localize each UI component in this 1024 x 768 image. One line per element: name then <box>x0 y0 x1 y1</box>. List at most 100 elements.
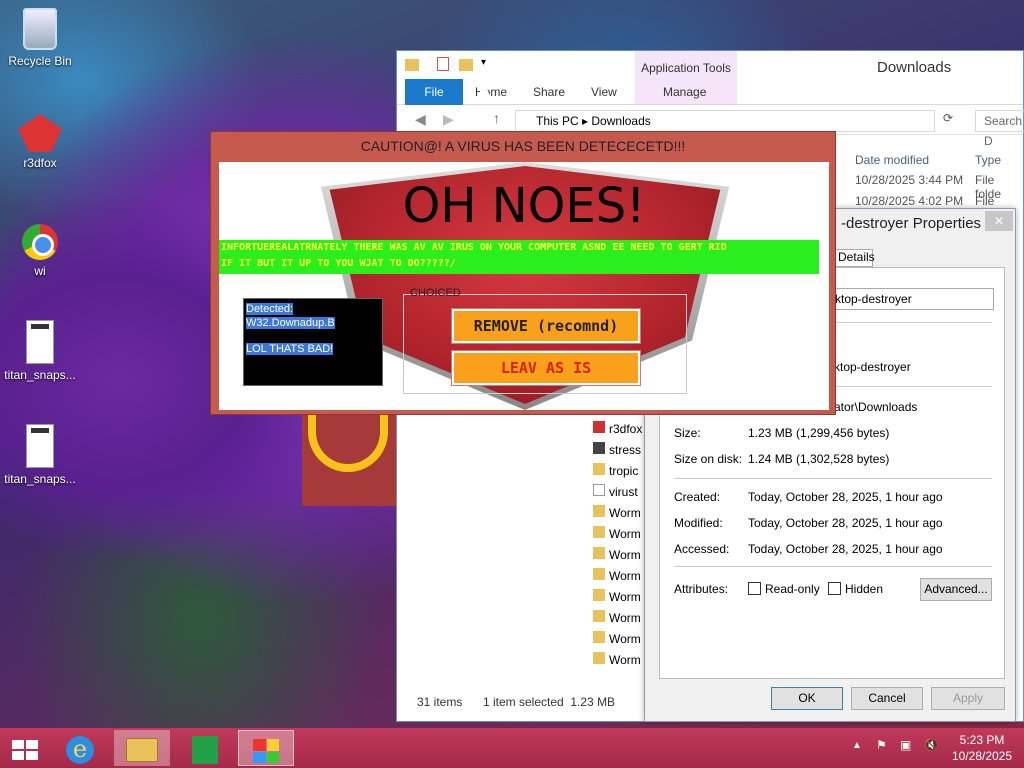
virus-alert-window: CAUTION@! A VIRUS HAS BEEN DETECECETD!!!… <box>210 131 836 415</box>
size-value: 1.23 MB (1,299,456 bytes) <box>748 426 890 440</box>
tab-share[interactable]: Share <box>533 79 565 105</box>
folder-icon[interactable] <box>405 59 419 71</box>
detected-line: LOL THATS BAD! <box>246 343 334 355</box>
list-item[interactable]: Worm <box>593 589 645 610</box>
new-folder-icon[interactable] <box>459 59 473 71</box>
clock-date: 10/28/2025 <box>951 749 1013 763</box>
detected-line: W32.Downadup.B <box>246 317 335 329</box>
size-on-disk-label: Size on disk: <box>674 452 743 466</box>
attributes-label: Attributes: <box>674 582 729 596</box>
document-icon <box>26 320 54 364</box>
name-field[interactable]: ktop-destroyer <box>834 288 994 310</box>
alert-body: OH NOES! INFORTUEREALATRNATELY THERE WAS… <box>219 162 829 410</box>
list-item[interactable]: Worm <box>593 610 645 631</box>
dialog-title: -destroyer Properties <box>841 215 982 232</box>
up-arrow-icon[interactable]: ↑ <box>493 110 500 126</box>
document-icon <box>26 424 54 468</box>
list-item[interactable]: tropic <box>593 463 645 484</box>
alert-title: CAUTION@! A VIRUS HAS BEEN DETECECETD!!! <box>360 138 686 154</box>
location-value: ator\Downloads <box>834 400 918 414</box>
desktop-icon-label: Recycle Bin <box>8 54 72 68</box>
volume-muted-icon[interactable]: 🔇 <box>924 738 939 752</box>
back-arrow-icon[interactable]: ◀ <box>415 111 426 128</box>
list-item[interactable]: r3dfox <box>593 421 645 442</box>
list-item[interactable]: Worm <box>593 526 645 547</box>
column-type[interactable]: Type <box>975 153 1001 167</box>
list-item[interactable]: Worm <box>593 505 645 526</box>
desktop-icon-titan-2[interactable]: titan_snaps... <box>0 424 80 486</box>
chevron-up-icon[interactable]: ▲ <box>852 740 862 751</box>
address-bar[interactable]: This PC ▸ Downloads <box>515 110 935 132</box>
r3dfox-icon <box>18 114 62 152</box>
close-button[interactable]: ✕ <box>985 211 1013 231</box>
desktop-icon-r3dfox[interactable]: r3dfox <box>0 114 80 170</box>
tab-details[interactable]: Details <box>833 249 875 267</box>
store-icon[interactable] <box>178 730 234 766</box>
cancel-button[interactable]: Cancel <box>851 687 923 710</box>
desktop-icon-label: titan_snaps... <box>4 368 76 382</box>
leave-button[interactable]: LEAV AS IS <box>451 350 641 386</box>
virus-app-icon[interactable] <box>238 730 294 766</box>
start-icon[interactable] <box>0 730 56 766</box>
created-value: Today, October 28, 2025, 1 hour ago <box>748 490 943 504</box>
list-item[interactable]: Worm <box>593 547 645 568</box>
tab-manage[interactable]: Manage <box>663 79 706 105</box>
row-date: 10/28/2025 3:44 PM <box>855 173 964 187</box>
recycle-bin-icon <box>23 8 57 50</box>
taskbar: e ▲ ⚑ ▣ 🔇 5:23 PM 10/28/2025 <box>0 728 1024 768</box>
clock-time: 5:23 PM <box>959 733 1005 747</box>
desktop-icon-titan-1[interactable]: titan_snaps... <box>0 320 80 382</box>
detected-line: Detected: <box>246 303 294 315</box>
breadcrumb-this-pc[interactable]: This PC <box>536 114 579 128</box>
hidden-checkbox[interactable]: Hidden <box>828 582 883 596</box>
accessed-value: Today, October 28, 2025, 1 hour ago <box>748 542 943 556</box>
accessed-label: Accessed: <box>674 542 730 556</box>
detection-textbox[interactable]: Detected: W32.Downadup.B LOL THATS BAD! <box>243 298 383 386</box>
properties-icon[interactable] <box>437 57 449 71</box>
internet-explorer-icon[interactable]: e <box>54 730 110 766</box>
apply-button[interactable]: Apply <box>931 687 1005 710</box>
file-explorer-icon[interactable] <box>114 730 170 766</box>
search-input[interactable]: Search D <box>975 110 1024 148</box>
choice-group-label: CHOICED <box>410 287 461 299</box>
status-selection: 1 item selected 1.23 MB <box>483 695 616 709</box>
desktop-icon-label: wi <box>34 264 46 278</box>
list-item[interactable]: virust <box>593 484 645 505</box>
desktop-icon-recycle-bin[interactable]: Recycle Bin <box>0 8 80 68</box>
ok-button[interactable]: OK <box>771 687 843 710</box>
list-item[interactable]: Worm <box>593 652 645 673</box>
window-title: Downloads <box>877 59 952 76</box>
list-item[interactable]: Worm <box>593 631 645 652</box>
readonly-checkbox[interactable]: Read-only <box>748 582 820 596</box>
size-on-disk-value: 1.24 MB (1,302,528 bytes) <box>748 452 890 466</box>
desktop-icon-label: titan_snaps... <box>4 472 76 486</box>
banner-line-1: INFORTUEREALATRNATELY THERE WAS AV AV IR… <box>221 242 727 253</box>
banner-line-2: IF IT BUT IT UP TO YOU WJAT TO DO?????/ <box>221 258 456 269</box>
created-label: Created: <box>674 490 721 504</box>
list-item[interactable]: stress <box>593 442 645 463</box>
tab-view[interactable]: View <box>591 79 617 105</box>
choice-group: CHOICED REMOVE (recomnd) LEAV AS IS <box>403 287 687 394</box>
remove-button[interactable]: REMOVE (recomnd) <box>451 308 641 344</box>
warning-banner: INFORTUEREALATRNATELY THERE WAS AV AV IR… <box>219 240 819 274</box>
tab-file[interactable]: File <box>405 79 463 105</box>
desktop-icon-chrome[interactable]: wi <box>0 224 80 278</box>
quick-access-toolbar: ▾ Application Tools Downloads <box>397 51 1023 105</box>
clock[interactable]: 5:23 PM 10/28/2025 <box>944 732 1020 764</box>
modified-label: Modified: <box>674 516 723 530</box>
alert-headline: OH NOES! <box>402 178 646 234</box>
network-icon[interactable]: ▣ <box>900 738 911 752</box>
breadcrumb-downloads[interactable]: Downloads <box>591 114 650 128</box>
size-label: Size: <box>674 426 701 440</box>
chevron-down-icon[interactable]: ▾ <box>481 57 486 68</box>
type-value: ktop-destroyer <box>834 360 911 374</box>
refresh-icon[interactable]: ⟳ <box>943 111 953 125</box>
list-item[interactable]: Worm <box>593 568 645 589</box>
file-list: r3dfox stress tropic virust Worm Worm Wo… <box>593 421 645 673</box>
status-item-count: 31 items <box>417 695 463 709</box>
action-center-flag-icon[interactable]: ⚑ <box>876 738 887 752</box>
forward-arrow-icon[interactable]: ▶ <box>443 111 454 128</box>
column-date-modified[interactable]: Date modified <box>855 153 929 167</box>
wallpaper-ring <box>302 412 396 506</box>
advanced-button[interactable]: Advanced... <box>920 578 992 601</box>
